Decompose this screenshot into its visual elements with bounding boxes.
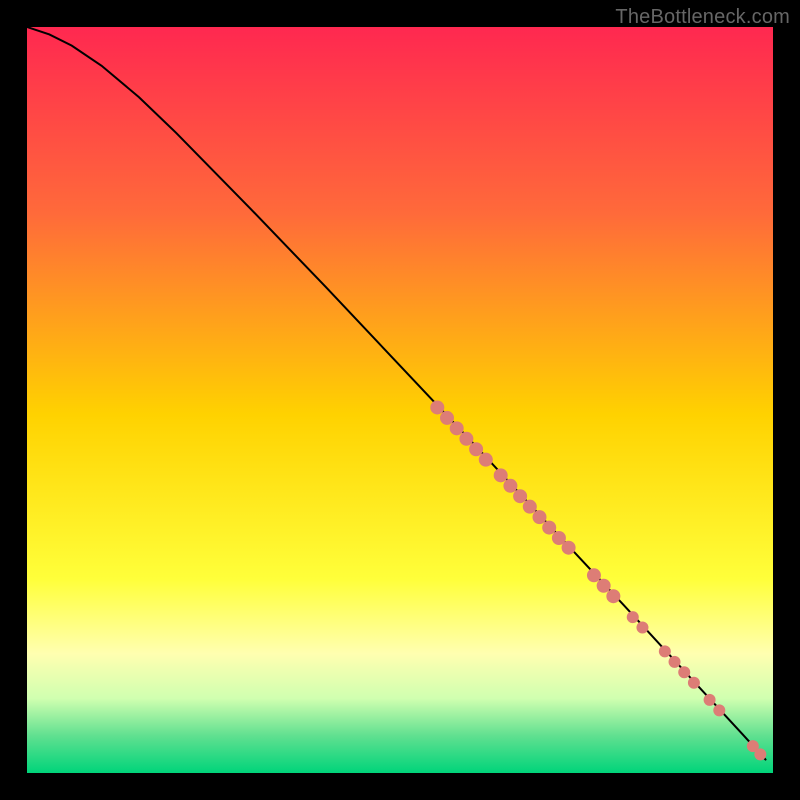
data-marker <box>597 579 611 593</box>
watermark-label: TheBottleneck.com <box>615 6 790 29</box>
data-marker <box>562 541 576 555</box>
data-marker <box>533 510 547 524</box>
chart-svg <box>27 27 773 773</box>
data-marker <box>678 666 690 678</box>
data-marker <box>430 400 444 414</box>
data-marker <box>440 411 454 425</box>
data-marker <box>542 521 556 535</box>
data-marker <box>459 432 473 446</box>
data-marker <box>494 468 508 482</box>
data-marker <box>523 500 537 514</box>
data-marker <box>688 677 700 689</box>
data-marker <box>627 611 639 623</box>
data-marker <box>659 645 671 657</box>
data-marker <box>587 568 601 582</box>
data-marker <box>503 479 517 493</box>
data-marker <box>479 453 493 467</box>
data-marker <box>669 656 681 668</box>
data-marker <box>513 489 527 503</box>
gradient-background <box>27 27 773 773</box>
data-marker <box>754 748 766 760</box>
plot-area <box>27 27 773 773</box>
data-marker <box>636 622 648 634</box>
data-marker <box>704 694 716 706</box>
chart-frame: TheBottleneck.com <box>0 0 800 800</box>
data-marker <box>713 704 725 716</box>
data-marker <box>469 442 483 456</box>
data-marker <box>606 589 620 603</box>
data-marker <box>450 421 464 435</box>
